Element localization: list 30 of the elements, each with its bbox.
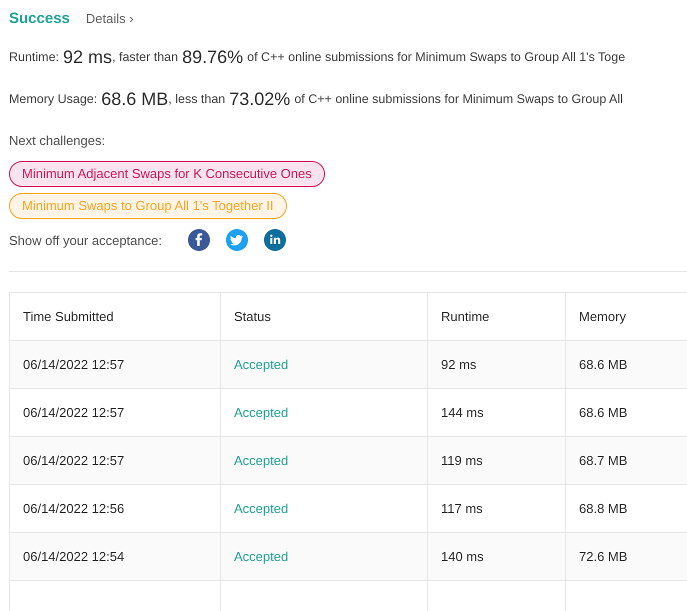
table-cell: 06/14/2022 12:57: [10, 436, 220, 484]
table-cell: 92 ms: [428, 340, 566, 388]
stat-label: Runtime:: [9, 50, 60, 64]
stat-percent: 73.02%: [229, 88, 290, 110]
stat-description: of C++ online submissions for Minimum Swaps to Group All: [294, 92, 623, 106]
stat-value: 92 ms: [63, 46, 112, 68]
stat-comparison: , faster than: [112, 50, 178, 64]
linkedin-icon[interactable]: [264, 229, 286, 251]
table-cell: 06/14/2022 12:54: [10, 532, 220, 580]
table-cell: 140 ms: [428, 532, 566, 580]
share-label: Show off your acceptance:: [9, 232, 162, 248]
table-cell: 06/14/2022 12:57: [10, 340, 220, 388]
status-link[interactable]: Accepted: [220, 532, 428, 580]
challenge-tag[interactable]: Minimum Swaps to Group All 1's Together II: [9, 193, 287, 219]
success-title: Success: [9, 10, 70, 26]
stat-description: of C++ online submissions for Minimum Swaps to Group All 1's Toge: [247, 50, 626, 64]
stat-comparison: , less than: [168, 92, 226, 106]
status-link[interactable]: Accepted: [220, 340, 428, 388]
stat-percent: 89.76%: [182, 46, 244, 68]
stat-label: Memory Usage:: [9, 92, 98, 106]
next-challenges-label: Next challenges:: [9, 133, 106, 148]
column-header: Status: [220, 292, 428, 340]
status-link[interactable]: Accepted: [220, 436, 428, 484]
column-header: Time Submitted: [10, 292, 220, 340]
stat-value: 68.6 MB: [101, 88, 168, 110]
facebook-icon[interactable]: [188, 229, 210, 251]
challenge-tag[interactable]: Minimum Adjacent Swaps for K Consecutive Ones: [9, 161, 325, 187]
details-link[interactable]: Details ›: [86, 10, 134, 26]
twitter-icon[interactable]: [226, 229, 248, 251]
table-cell: 119 ms: [428, 436, 566, 484]
